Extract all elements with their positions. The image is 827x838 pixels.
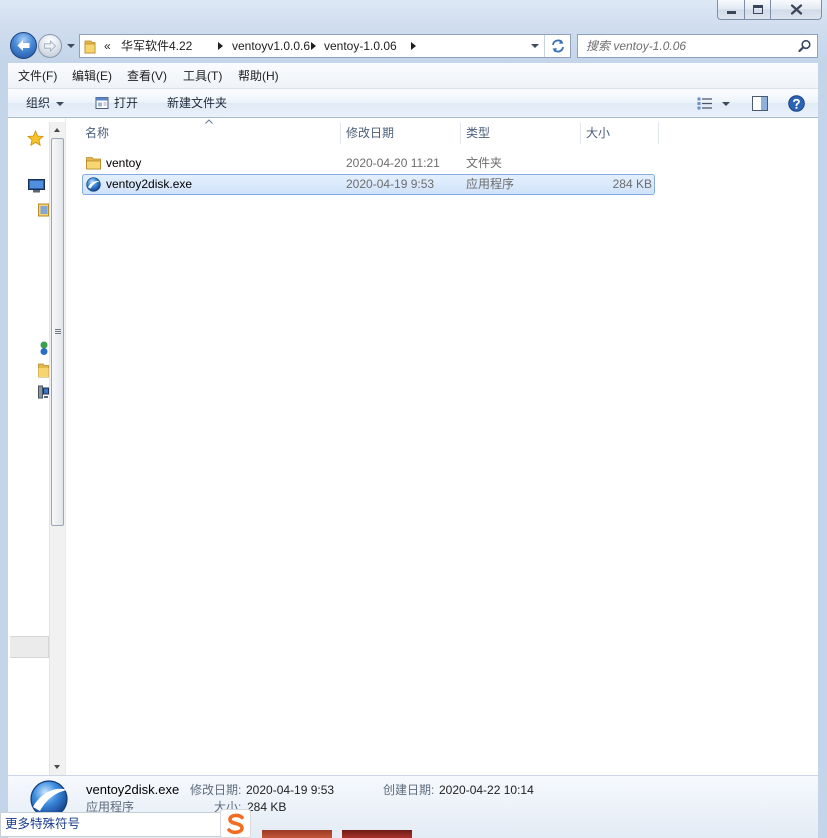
forward-button[interactable] <box>38 34 62 58</box>
maximize-icon <box>753 5 763 14</box>
ime-popup-label: 更多特殊符号 <box>5 817 81 831</box>
pane-splitter[interactable] <box>65 118 66 775</box>
homegroup-icon[interactable] <box>38 340 49 356</box>
file-row[interactable]: ventoy 2020-04-20 11:21 文件夹 <box>82 153 655 174</box>
menu-file[interactable]: 文件(F) <box>18 63 57 89</box>
menu-help[interactable]: 帮助(H) <box>238 63 279 89</box>
arrow-down-icon <box>54 765 60 769</box>
column-header-size[interactable]: 大小 <box>581 122 659 144</box>
forward-arrow-icon <box>44 40 57 52</box>
preview-pane-icon[interactable] <box>752 96 768 111</box>
breadcrumb-chevron-icon[interactable] <box>411 42 416 50</box>
search-icon[interactable] <box>798 39 812 53</box>
search-box[interactable] <box>577 34 818 58</box>
address-history-dropdown-icon[interactable] <box>531 44 539 48</box>
computer-icon[interactable] <box>38 385 49 400</box>
breadcrumb-item[interactable]: ventoyv1.0.0.6 <box>232 35 310 57</box>
file-type: 应用程序 <box>466 177 515 191</box>
file-row[interactable]: ventoy2disk.exe 2020-04-19 9:53 应用程序 284… <box>82 174 655 195</box>
file-name: ventoy2disk.exe <box>106 177 193 191</box>
nav-item-highlight[interactable] <box>10 636 49 658</box>
details-created-value: 2020-04-22 10:14 <box>439 783 534 797</box>
scroll-down-button[interactable] <box>50 759 65 775</box>
menu-bar: 文件(F) 编辑(E) 查看(V) 工具(T) 帮助(H) <box>8 63 818 89</box>
folder-icon <box>86 157 101 170</box>
file-size: 284 KB <box>612 177 652 191</box>
breadcrumb-chevron-icon[interactable] <box>311 42 316 50</box>
recent-pages-dropdown-icon[interactable] <box>67 44 75 48</box>
file-modified: 2020-04-19 9:53 <box>346 177 435 191</box>
column-header-label: 名称 <box>85 126 110 140</box>
back-arrow-icon <box>17 40 30 51</box>
breadcrumb-item[interactable]: 华军软件4.22 <box>121 35 192 57</box>
folder-icon <box>84 40 96 54</box>
details-modified-label: 修改日期: <box>190 783 242 797</box>
grip-line <box>55 333 61 334</box>
open-icon <box>95 97 109 109</box>
scroll-up-button[interactable] <box>50 122 65 138</box>
ventoy-app-icon <box>86 177 101 192</box>
ime-special-symbols-popup[interactable]: 更多特殊符号 <box>0 812 221 837</box>
command-bar: 组织 打开 新建文件夹 <box>8 89 818 118</box>
organize-label: 组织 <box>26 96 51 110</box>
column-header-label: 大小 <box>586 126 611 140</box>
close-icon <box>790 4 803 15</box>
taskbar-fragment <box>262 830 332 838</box>
maximize-button[interactable] <box>744 0 771 20</box>
desktop-icon[interactable] <box>28 179 45 193</box>
column-header-label: 修改日期 <box>346 126 395 140</box>
details-created-label: 创建日期: <box>383 783 435 797</box>
view-options-dropdown-icon[interactable] <box>722 102 730 106</box>
address-bar[interactable]: « 华军软件4.22 ventoyv1.0.0.6 ventoy-1.0.06 <box>79 34 571 58</box>
libraries-icon[interactable] <box>38 202 49 218</box>
search-input[interactable] <box>578 35 794 57</box>
menu-view[interactable]: 查看(V) <box>127 63 167 89</box>
details-file-name: ventoy2disk.exe <box>86 782 180 797</box>
close-button[interactable] <box>770 0 822 20</box>
menu-edit[interactable]: 编辑(E) <box>72 63 112 89</box>
content-area <box>8 118 818 775</box>
organize-button[interactable]: 组织 <box>20 89 68 118</box>
file-modified: 2020-04-20 11:21 <box>346 156 440 170</box>
open-label: 打开 <box>114 96 139 110</box>
details-size-value: 284 KB <box>247 800 287 814</box>
back-button[interactable] <box>10 32 37 59</box>
view-options-icon[interactable] <box>697 97 713 110</box>
details-modified-value: 2020-04-19 9:53 <box>246 783 335 797</box>
folder-icon[interactable] <box>38 362 49 378</box>
breadcrumb-chevron-icon[interactable] <box>218 42 223 50</box>
chevron-down-icon <box>56 102 64 106</box>
file-type: 文件夹 <box>466 156 503 170</box>
column-header-modified[interactable]: 修改日期 <box>341 122 461 144</box>
breadcrumb-item[interactable]: ventoy-1.0.06 <box>324 35 397 57</box>
minimize-button[interactable] <box>717 0 745 20</box>
grip-line <box>55 331 61 332</box>
open-button[interactable]: 打开 <box>90 89 142 118</box>
scroll-thumb[interactable] <box>51 138 64 526</box>
column-header-name[interactable]: 名称 <box>80 122 341 144</box>
favorites-star-icon[interactable] <box>27 130 44 147</box>
sort-ascending-icon <box>205 119 213 124</box>
taskbar-fragment <box>342 830 412 838</box>
refresh-button[interactable] <box>544 35 570 57</box>
new-folder-button[interactable]: 新建文件夹 <box>167 89 227 118</box>
grip-line <box>55 329 61 330</box>
help-icon[interactable] <box>788 95 805 112</box>
sogou-logo-icon[interactable] <box>220 809 251 838</box>
arrow-up-icon <box>54 128 60 132</box>
refresh-icon <box>552 39 564 53</box>
file-name: ventoy <box>106 156 142 170</box>
nav-pane-scrollbar[interactable] <box>49 122 65 775</box>
menu-tools[interactable]: 工具(T) <box>183 63 222 89</box>
column-header-type[interactable]: 类型 <box>461 122 581 144</box>
column-header-label: 类型 <box>466 126 491 140</box>
minimize-icon <box>727 11 736 14</box>
breadcrumb-overflow-button[interactable]: « <box>104 35 111 57</box>
